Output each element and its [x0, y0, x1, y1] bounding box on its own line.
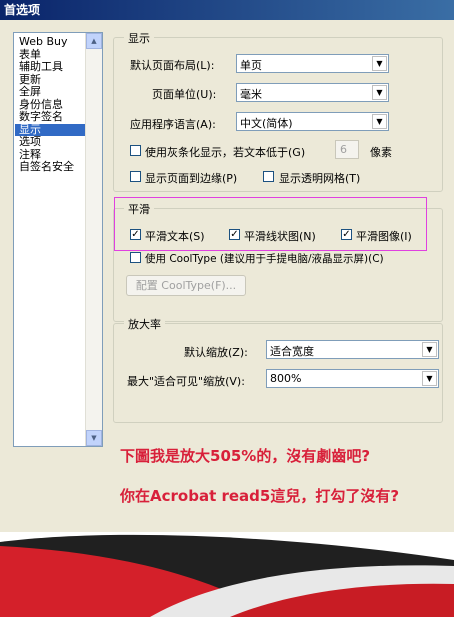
display-group-title: 显示: [124, 30, 154, 46]
cooltype-checkbox[interactable]: [130, 252, 141, 263]
category-list-scrollbar[interactable]: ▲ ▼: [85, 33, 102, 446]
preferences-dialog: Web Buy 表单 辅助工具 更新 全屏 身份信息 数字签名 显示 选项 注释…: [0, 20, 454, 532]
default-zoom-select[interactable]: 适合宽度 ▼: [266, 340, 439, 359]
smooth-lineart-checkbox[interactable]: ✓: [229, 229, 240, 240]
greek-text-label: 使用灰条化显示，若文本低于(G): [145, 146, 306, 159]
smooth-images-checkbox[interactable]: ✓: [341, 229, 352, 240]
smooth-text-label: 平滑文本(S): [145, 230, 205, 243]
greek-text-checkbox[interactable]: [130, 145, 141, 156]
max-fit-zoom-select[interactable]: 800% ▼: [266, 369, 439, 388]
category-list[interactable]: Web Buy 表单 辅助工具 更新 全屏 身份信息 数字签名 显示 选项 注释…: [13, 32, 103, 447]
max-fit-zoom-value: 800%: [270, 372, 302, 385]
app-language-value: 中文(简体): [240, 117, 293, 130]
page-layout-value: 单页: [240, 59, 262, 72]
smooth-lineart-label: 平滑线状图(N): [244, 230, 316, 243]
chevron-down-icon[interactable]: ▼: [422, 371, 437, 386]
scroll-down-icon[interactable]: ▼: [86, 430, 102, 446]
category-item-self-sign-security[interactable]: 自签名安全: [15, 160, 86, 174]
page-layout-label: 默认页面布局(L):: [130, 59, 215, 72]
page-units-select[interactable]: 毫米 ▼: [236, 83, 389, 102]
chevron-down-icon[interactable]: ▼: [372, 114, 387, 129]
show-page-edges-checkbox[interactable]: [130, 171, 141, 182]
category-item-accessibility[interactable]: 辅助工具: [15, 60, 86, 74]
max-fit-zoom-label: 最大"适合可见"缩放(V):: [127, 375, 245, 388]
category-item-full-screen[interactable]: 全屏: [15, 85, 86, 99]
show-grid-checkbox[interactable]: [263, 171, 274, 182]
title-bar: 首选项: [0, 0, 454, 20]
annotation-line-1: 下圖我是放大505%的，沒有劇齒吧?: [120, 447, 371, 465]
chevron-down-icon[interactable]: ▼: [372, 56, 387, 71]
configure-cooltype-button[interactable]: 配置 CoolType(F)...: [126, 275, 246, 296]
scroll-up-icon[interactable]: ▲: [86, 33, 102, 49]
app-language-select[interactable]: 中文(简体) ▼: [236, 112, 389, 131]
annotation-line-2: 你在Acrobat read5這兒，打勾了沒有?: [120, 487, 400, 505]
category-item-web-buy[interactable]: Web Buy: [15, 35, 86, 49]
app-language-label: 应用程序语言(A):: [130, 118, 216, 131]
show-grid-label: 显示透明网格(T): [279, 172, 361, 185]
magnification-group-title: 放大率: [124, 316, 165, 332]
category-item-options[interactable]: 选项: [15, 135, 86, 149]
window-title: 首选项: [4, 3, 41, 17]
default-zoom-value: 适合宽度: [270, 345, 314, 358]
cooltype-label: 使用 CoolType (建议用于手提电脑/液晶显示屏)(C): [145, 253, 384, 265]
default-zoom-label: 默认缩放(Z):: [184, 346, 248, 359]
page-layout-select[interactable]: 单页 ▼: [236, 54, 389, 73]
show-page-edges-label: 显示页面到边缘(P): [145, 172, 238, 185]
category-item-digital-signatures[interactable]: 数字签名: [15, 110, 86, 124]
decorative-swoosh-image: [0, 532, 454, 617]
page-units-label: 页面单位(U):: [152, 88, 217, 101]
chevron-down-icon[interactable]: ▼: [372, 85, 387, 100]
page-units-value: 毫米: [240, 88, 262, 101]
greek-text-pixels-input[interactable]: 6: [335, 140, 359, 159]
greek-text-unit: 像素: [370, 146, 392, 159]
smooth-text-checkbox[interactable]: ✓: [130, 229, 141, 240]
chevron-down-icon[interactable]: ▼: [422, 342, 437, 357]
smooth-images-label: 平滑图像(I): [356, 230, 412, 243]
